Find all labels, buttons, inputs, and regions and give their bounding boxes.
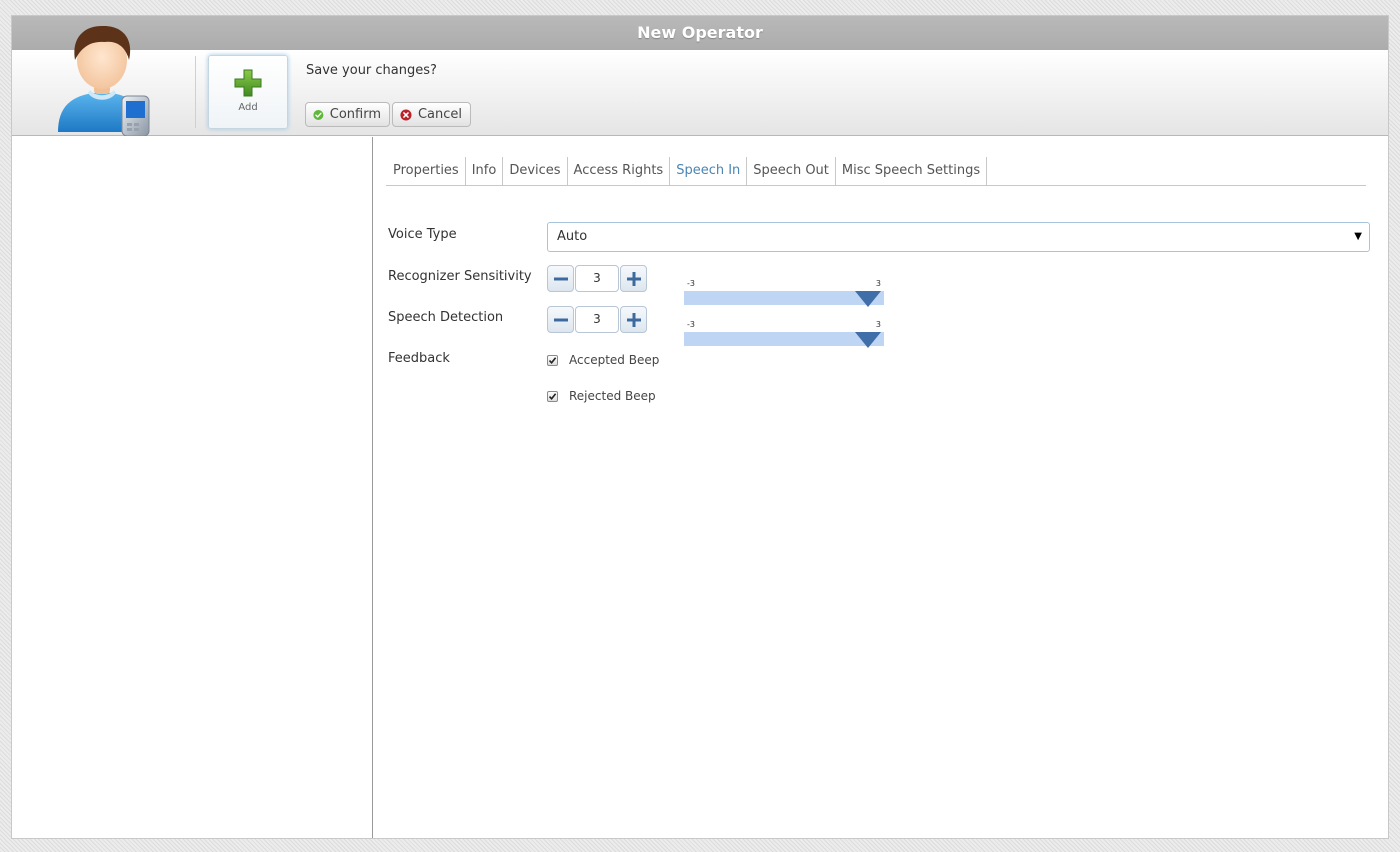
window-title: New Operator (12, 16, 1388, 50)
tab-info[interactable]: Info (466, 157, 504, 185)
tab-speech-out[interactable]: Speech Out (747, 157, 836, 185)
slider-track[interactable] (684, 332, 884, 346)
minus-icon (553, 277, 568, 280)
speech-detection-slider[interactable]: -3 3 (684, 320, 884, 348)
accepted-beep-checkbox[interactable]: Accepted Beep (547, 353, 659, 367)
recognizer-sensitivity-slider[interactable]: -3 3 (684, 279, 884, 307)
left-pane (12, 137, 373, 838)
tab-bar: Properties Info Devices Access Rights Sp… (386, 157, 1366, 186)
recognizer-sensitivity-label: Recognizer Sensitivity (388, 269, 532, 284)
rejected-beep-checkbox[interactable]: Rejected Beep (547, 389, 656, 403)
slider-min-label: -3 (687, 320, 695, 329)
slider-handle[interactable] (855, 332, 881, 348)
plus-icon (626, 271, 641, 286)
voice-type-select[interactable]: Auto ▼ (547, 222, 1370, 252)
recognizer-sensitivity-stepper: 3 (547, 265, 648, 292)
tab-access-rights[interactable]: Access Rights (568, 157, 671, 185)
add-button[interactable]: Add (208, 55, 288, 129)
header-toolbar: Add Save your changes? Confirm Cancel (12, 25, 1388, 136)
cancel-label: Cancel (417, 107, 462, 122)
voice-type-label: Voice Type (388, 227, 457, 242)
header-divider (195, 56, 196, 128)
accepted-beep-label: Accepted Beep (569, 353, 660, 367)
check-icon (548, 356, 557, 364)
plus-icon (626, 312, 641, 327)
add-button-label: Add (238, 102, 258, 113)
rejected-beep-label: Rejected Beep (569, 389, 656, 403)
tab-properties[interactable]: Properties (386, 157, 466, 185)
operator-window: New Operator Add Save your changes? Conf… (11, 15, 1389, 839)
x-circle-icon (400, 108, 412, 121)
operator-avatar-icon (58, 25, 150, 136)
main-content: Properties Info Devices Access Rights Sp… (386, 137, 1386, 837)
speech-detection-increment-button[interactable] (620, 306, 647, 333)
slider-track[interactable] (684, 291, 884, 305)
speech-detection-input[interactable]: 3 (575, 306, 619, 333)
slider-min-label: -3 (687, 279, 695, 288)
recognizer-sensitivity-input[interactable]: 3 (575, 265, 619, 292)
tab-devices[interactable]: Devices (503, 157, 568, 185)
cancel-button[interactable]: Cancel (392, 102, 471, 127)
checkbox[interactable] (547, 354, 558, 366)
check-circle-icon (313, 109, 324, 120)
check-icon (548, 392, 557, 400)
slider-max-label: 3 (875, 279, 881, 288)
slider-max-label: 3 (875, 320, 881, 329)
tab-misc-speech-settings[interactable]: Misc Speech Settings (836, 157, 988, 185)
speech-detection-stepper: 3 (547, 306, 648, 333)
slider-handle[interactable] (855, 291, 881, 307)
tab-speech-in[interactable]: Speech In (670, 157, 748, 185)
save-prompt: Save your changes? (306, 63, 437, 78)
plus-icon (234, 69, 262, 97)
speech-detection-label: Speech Detection (388, 310, 504, 325)
recognizer-sensitivity-decrement-button[interactable] (547, 265, 574, 292)
minus-icon (553, 318, 568, 321)
feedback-label: Feedback (388, 351, 450, 366)
checkbox[interactable] (547, 390, 558, 402)
recognizer-sensitivity-increment-button[interactable] (620, 265, 647, 292)
voice-type-value: Auto (557, 229, 588, 244)
triangle-down-icon: ▼ (1354, 231, 1362, 242)
confirm-label: Confirm (329, 107, 381, 122)
speech-detection-decrement-button[interactable] (547, 306, 574, 333)
confirm-button[interactable]: Confirm (305, 102, 390, 127)
